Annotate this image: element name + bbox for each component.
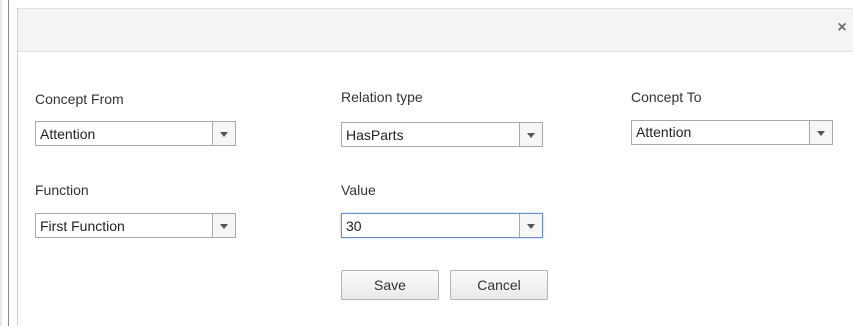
relation-type-value: HasParts: [346, 127, 404, 143]
function-select[interactable]: First Function: [35, 213, 236, 238]
chevron-down-icon: [527, 133, 535, 138]
save-button[interactable]: Save: [341, 270, 439, 300]
concept-from-value: Attention: [40, 126, 96, 142]
dialog-header: ×: [18, 8, 853, 52]
concept-from-dropdown-button[interactable]: [212, 122, 235, 145]
left-edge-divider: [8, 0, 9, 326]
concept-to-label: Concept To: [631, 89, 702, 105]
concept-to-value: Attention: [636, 124, 692, 140]
chevron-down-icon: [220, 132, 228, 137]
chevron-down-icon: [527, 224, 535, 229]
close-icon[interactable]: ×: [835, 20, 849, 36]
value-select[interactable]: 30: [341, 213, 543, 238]
chevron-down-icon: [817, 131, 825, 136]
concept-to-select[interactable]: Attention: [631, 120, 833, 145]
concept-from-select[interactable]: Attention: [35, 121, 236, 146]
left-edge-strip: [0, 0, 2, 326]
cancel-button[interactable]: Cancel: [450, 270, 548, 300]
concept-from-label: Concept From: [35, 91, 124, 107]
chevron-down-icon: [220, 224, 228, 229]
function-label: Function: [35, 182, 89, 198]
value-value: 30: [346, 218, 362, 234]
relation-type-label: Relation type: [341, 89, 423, 105]
value-label: Value: [341, 182, 376, 198]
value-dropdown-button[interactable]: [519, 214, 542, 237]
concept-to-dropdown-button[interactable]: [809, 121, 832, 144]
relation-type-dropdown-button[interactable]: [519, 123, 542, 146]
function-value: First Function: [40, 218, 125, 234]
relation-dialog: × Concept From Attention Relation type H…: [17, 8, 853, 326]
function-dropdown-button[interactable]: [212, 214, 235, 237]
relation-type-select[interactable]: HasParts: [341, 122, 543, 147]
